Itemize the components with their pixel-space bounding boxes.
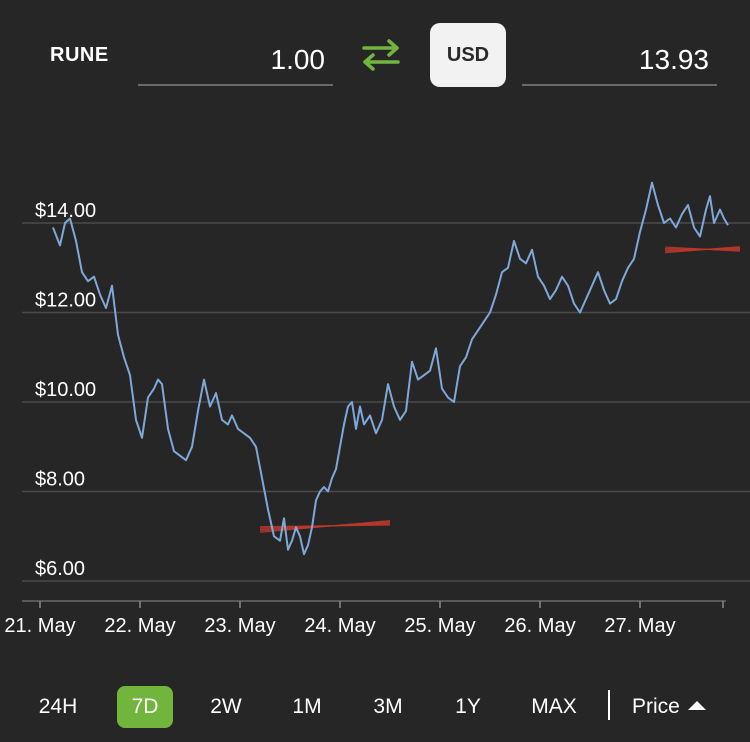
- price-toggle-label: Price: [632, 695, 680, 718]
- coin-amount-input[interactable]: 1.00: [138, 34, 333, 86]
- currency-amount-input[interactable]: 13.93: [522, 34, 717, 86]
- range-button-2w[interactable]: 2W: [198, 686, 254, 728]
- x-tick-label: 21. May: [4, 615, 75, 637]
- y-tick-label: $10.00: [35, 379, 96, 401]
- range-button-7d[interactable]: 7D: [117, 686, 173, 728]
- price-chart[interactable]: $14.00 $12.00 $10.00 $8.00 $6.00 21. May 22. M…: [0, 150, 750, 650]
- x-tick-label: 22. May: [104, 615, 175, 637]
- x-tick-label: 27. May: [604, 615, 675, 637]
- range-button-1m[interactable]: 1M: [279, 686, 335, 728]
- range-button-24h[interactable]: 24H: [30, 686, 86, 728]
- range-divider: [608, 690, 610, 720]
- y-tick-label: $8.00: [35, 469, 85, 491]
- x-tick-label: 26. May: [504, 615, 575, 637]
- price-toggle[interactable]: Price: [632, 686, 706, 728]
- x-tick-label: 24. May: [304, 615, 375, 637]
- currency-select-button[interactable]: USD: [430, 23, 506, 87]
- y-tick-label: $14.00: [35, 200, 96, 222]
- price-line: [52, 181, 729, 556]
- coin-symbol: RUNE: [50, 44, 109, 66]
- caret-up-icon: [687, 701, 706, 710]
- x-tick-label: 23. May: [204, 615, 275, 637]
- x-tick-label: 25. May: [404, 615, 475, 637]
- swap-arrows-icon[interactable]: [360, 37, 402, 73]
- range-button-max[interactable]: MAX: [522, 686, 586, 728]
- y-tick-label: $12.00: [35, 290, 96, 312]
- range-button-3m[interactable]: 3M: [360, 686, 416, 728]
- currency-converter: RUNE 1.00 USD 13.93: [0, 0, 750, 110]
- range-button-1y[interactable]: 1Y: [440, 686, 496, 728]
- price-chart-svg: $14.00 $12.00 $10.00 $8.00 $6.00 21. May 22. M…: [4, 181, 750, 637]
- y-tick-label: $6.00: [35, 558, 85, 580]
- time-range-selector: 24H 7D 2W 1M 3M 1Y MAX Price: [0, 682, 750, 732]
